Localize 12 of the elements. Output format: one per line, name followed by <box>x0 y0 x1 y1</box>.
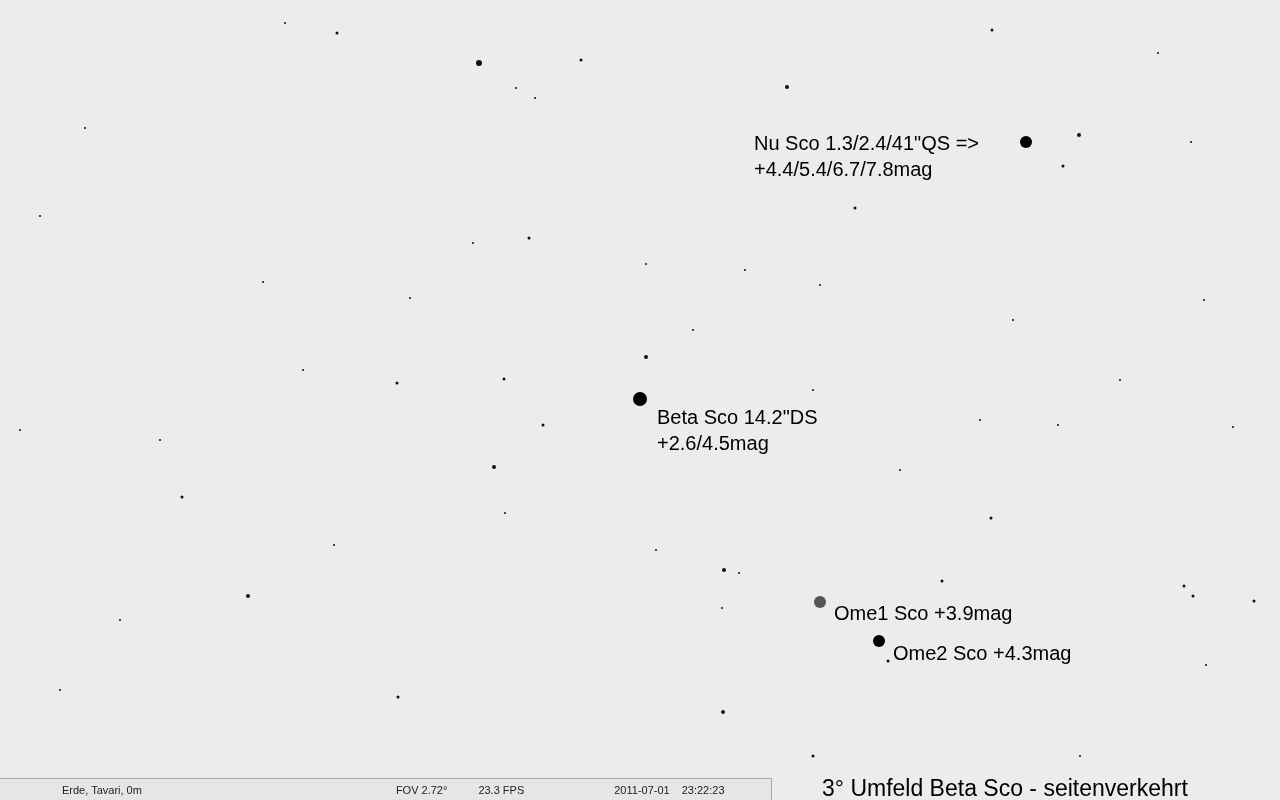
location-text: Erde, Tavari, 0m <box>62 783 142 796</box>
star-label: Nu Sco 1.3/2.4/41"QS => <box>754 131 980 156</box>
star-label: +4.4/5.4/6.7/7.8mag <box>754 157 934 182</box>
fov-text: FOV 2.72° <box>395 783 448 796</box>
star-label: Beta Sco 14.2"DS <box>657 405 818 430</box>
fps-text: 23.3 FPS <box>478 783 525 796</box>
chart-caption: 3° Umfeld Beta Sco - seitenverkehrt <box>822 775 1188 800</box>
star-label: +2.6/4.5mag <box>657 431 770 456</box>
time-text: 23:22:23 <box>681 783 725 796</box>
date-text: 2011-07-01 <box>614 783 670 796</box>
star-label: Ome2 Sco +4.3mag <box>893 641 1072 666</box>
star-label: Ome1 Sco +3.9mag <box>834 601 1013 626</box>
